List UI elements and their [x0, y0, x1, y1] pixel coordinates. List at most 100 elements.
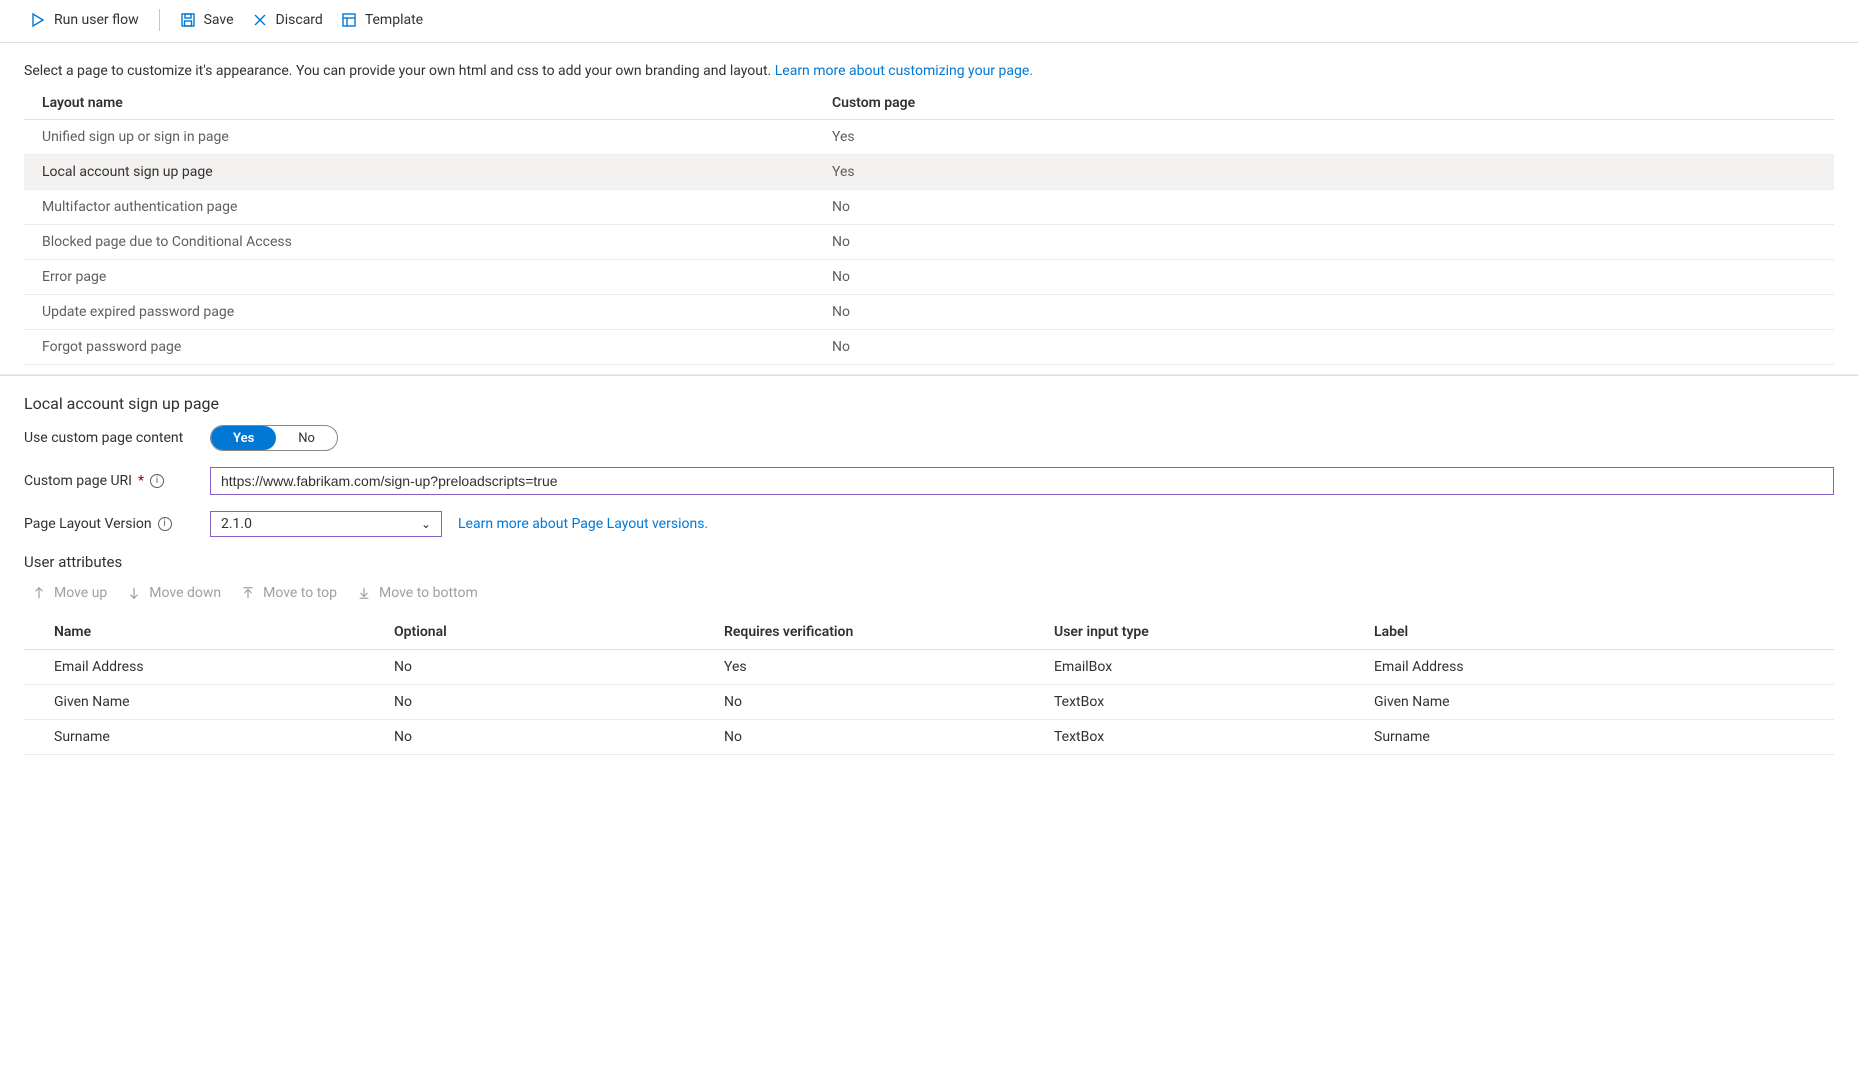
ua-col-optional: Optional	[394, 624, 724, 640]
ua-col-label: Label	[1374, 624, 1804, 640]
layouts-col-custom: Custom page	[832, 95, 1816, 111]
custom-uri-label: Custom page URI * i	[24, 473, 210, 489]
arrow-top-icon	[241, 586, 255, 600]
version-label: Page Layout Version i	[24, 516, 210, 532]
learn-more-link[interactable]: Learn more about customizing your page.	[775, 63, 1033, 79]
layout-detail: Local account sign up page Use custom pa…	[0, 376, 1858, 755]
layout-name-cell: Forgot password page	[42, 339, 832, 355]
layouts-table: Layout name Custom page Unified sign up …	[24, 87, 1834, 365]
arrow-down-icon	[127, 586, 141, 600]
ua-verify-cell: No	[724, 694, 1054, 710]
template-label: Template	[365, 12, 423, 28]
save-icon	[180, 12, 196, 28]
table-row[interactable]: Forgot password pageNo	[24, 330, 1834, 365]
version-learn-more-link[interactable]: Learn more about Page Layout versions.	[458, 516, 708, 532]
use-custom-label: Use custom page content	[24, 430, 210, 446]
layout-name-cell: Multifactor authentication page	[42, 199, 832, 215]
custom-uri-row: Custom page URI * i	[24, 467, 1834, 495]
move-down-button[interactable]: Move down	[127, 585, 221, 601]
ua-input-cell: EmailBox	[1054, 659, 1374, 675]
ua-col-verify: Requires verification	[724, 624, 1054, 640]
user-attributes-title: User attributes	[24, 553, 1834, 571]
run-user-flow-button[interactable]: Run user flow	[28, 8, 141, 32]
ua-header: Name Optional Requires verification User…	[24, 615, 1834, 650]
ua-verify-cell: No	[724, 729, 1054, 745]
table-row[interactable]: Error pageNo	[24, 260, 1834, 295]
ua-name-cell: Surname	[54, 729, 394, 745]
custom-uri-label-text: Custom page URI	[24, 473, 132, 489]
table-row[interactable]: Local account sign up pageYes	[24, 155, 1834, 190]
table-row[interactable]: Update expired password pageNo	[24, 295, 1834, 330]
layout-name-cell: Local account sign up page	[42, 164, 832, 180]
layout-custom-cell: No	[832, 199, 1816, 215]
layouts-header: Layout name Custom page	[24, 87, 1834, 120]
table-row[interactable]: SurnameNoNoTextBoxSurname	[24, 720, 1834, 755]
layout-custom-cell: No	[832, 234, 1816, 250]
discard-button[interactable]: Discard	[250, 8, 325, 32]
run-label: Run user flow	[54, 12, 139, 28]
ua-input-cell: TextBox	[1054, 729, 1374, 745]
ua-optional-cell: No	[394, 659, 724, 675]
ua-name-cell: Given Name	[54, 694, 394, 710]
toggle-yes[interactable]: Yes	[211, 426, 276, 450]
info-icon[interactable]: i	[150, 474, 164, 488]
table-row[interactable]: Multifactor authentication pageNo	[24, 190, 1834, 225]
table-row[interactable]: Blocked page due to Conditional AccessNo	[24, 225, 1834, 260]
template-button[interactable]: Template	[339, 8, 425, 32]
user-attributes-table: Name Optional Requires verification User…	[24, 615, 1834, 755]
move-top-label: Move to top	[263, 585, 337, 601]
move-bottom-label: Move to bottom	[379, 585, 478, 601]
save-label: Save	[204, 12, 234, 28]
template-icon	[341, 12, 357, 28]
required-asterisk: *	[138, 473, 144, 489]
ua-col-input: User input type	[1054, 624, 1374, 640]
close-icon	[252, 12, 268, 28]
custom-uri-input[interactable]	[210, 467, 1834, 495]
ua-label-cell: Given Name	[1374, 694, 1804, 710]
move-up-label: Move up	[54, 585, 107, 601]
command-bar: Run user flow Save Discard Template	[0, 0, 1858, 43]
table-row[interactable]: Email AddressNoYesEmailBoxEmail Address	[24, 650, 1834, 685]
intro-text-content: Select a page to customize it's appearan…	[24, 63, 775, 79]
arrow-up-icon	[32, 586, 46, 600]
version-select[interactable]: 2.1.0 ⌄	[210, 511, 442, 537]
layout-custom-cell: No	[832, 339, 1816, 355]
discard-label: Discard	[276, 12, 323, 28]
move-up-button[interactable]: Move up	[32, 585, 107, 601]
ua-optional-cell: No	[394, 729, 724, 745]
version-value: 2.1.0	[221, 516, 252, 532]
toolbar-separator	[159, 9, 160, 31]
save-button[interactable]: Save	[178, 8, 236, 32]
use-custom-toggle[interactable]: Yes No	[210, 425, 338, 451]
layouts-col-name: Layout name	[42, 95, 832, 111]
ua-label-cell: Surname	[1374, 729, 1804, 745]
layout-name-cell: Unified sign up or sign in page	[42, 129, 832, 145]
arrow-bottom-icon	[357, 586, 371, 600]
table-row[interactable]: Unified sign up or sign in pageYes	[24, 120, 1834, 155]
move-top-button[interactable]: Move to top	[241, 585, 337, 601]
layout-name-cell: Update expired password page	[42, 304, 832, 320]
layout-name-cell: Blocked page due to Conditional Access	[42, 234, 832, 250]
detail-title: Local account sign up page	[24, 394, 1834, 413]
ua-optional-cell: No	[394, 694, 724, 710]
layout-custom-cell: No	[832, 269, 1816, 285]
move-down-label: Move down	[149, 585, 221, 601]
intro-text: Select a page to customize it's appearan…	[0, 43, 1858, 87]
table-row[interactable]: Given NameNoNoTextBoxGiven Name	[24, 685, 1834, 720]
ua-name-cell: Email Address	[54, 659, 394, 675]
layout-custom-cell: Yes	[832, 164, 1816, 180]
chevron-down-icon: ⌄	[421, 517, 431, 531]
move-bottom-button[interactable]: Move to bottom	[357, 585, 478, 601]
use-custom-content-row: Use custom page content Yes No	[24, 425, 1834, 451]
user-attributes-toolbar: Move up Move down Move to top Move to bo…	[24, 585, 1834, 601]
layout-custom-cell: No	[832, 304, 1816, 320]
play-icon	[30, 12, 46, 28]
version-label-text: Page Layout Version	[24, 516, 152, 532]
info-icon[interactable]: i	[158, 517, 172, 531]
ua-verify-cell: Yes	[724, 659, 1054, 675]
layout-name-cell: Error page	[42, 269, 832, 285]
layout-custom-cell: Yes	[832, 129, 1816, 145]
toggle-no[interactable]: No	[276, 426, 337, 450]
ua-label-cell: Email Address	[1374, 659, 1804, 675]
ua-input-cell: TextBox	[1054, 694, 1374, 710]
